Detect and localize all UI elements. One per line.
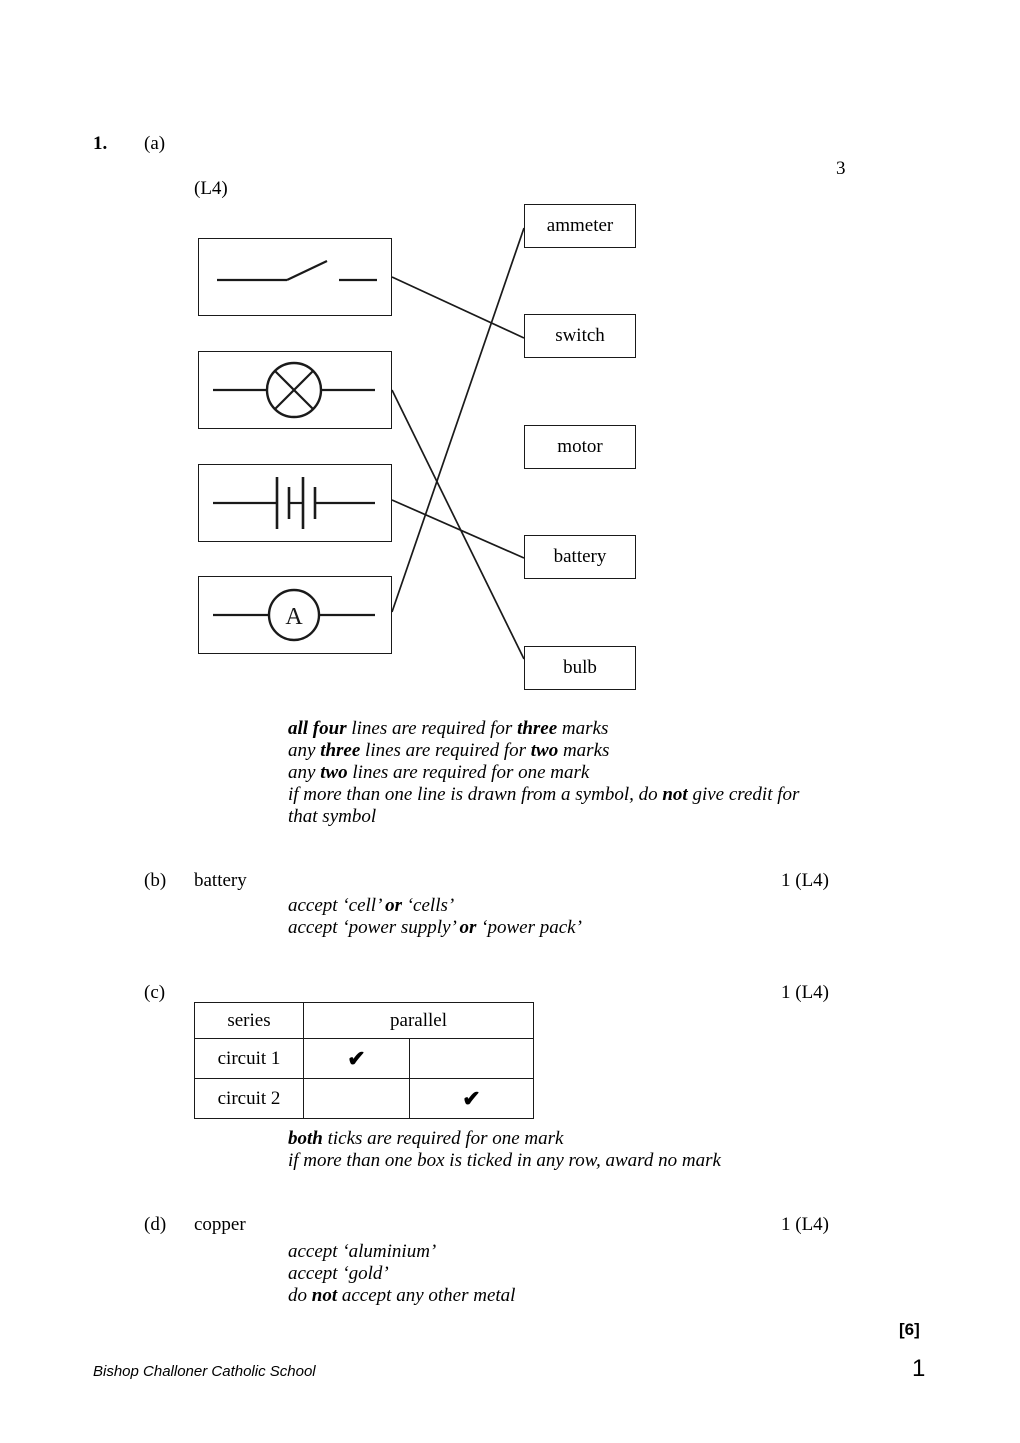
answer-sheet-page: 1. (a) 3 (L4) A ammeter switch motor bat… (0, 0, 1020, 1443)
cell-circuit1-series[interactable]: ✔ (303, 1038, 410, 1079)
connector-bulb (391, 389, 525, 660)
header-parallel: parallel (303, 1002, 534, 1039)
row-label-circuit-2: circuit 2 (194, 1078, 304, 1119)
label-text: motor (557, 436, 603, 457)
part-b-mark: 1 (L4) (781, 870, 830, 891)
table-row: circuit 1 ✔ (194, 1038, 534, 1079)
svg-text:A: A (285, 604, 303, 630)
part-d-notes: accept ‘aluminium’ accept ‘gold’ do not … (288, 1241, 516, 1306)
label-box-battery[interactable]: battery (524, 535, 636, 579)
footer-page-number: 1 (912, 1355, 926, 1382)
ammeter-icon: A (213, 588, 375, 642)
label-text: ammeter (546, 215, 614, 236)
header-series: series (194, 1002, 304, 1039)
footer-school-name: Bishop Challoner Catholic School (93, 1363, 316, 1380)
connector-lines (391, 227, 525, 660)
battery-symbol[interactable] (198, 464, 392, 542)
part-b-label: (b) (144, 870, 167, 891)
label-text: bulb (563, 657, 597, 678)
label-box-motor[interactable]: motor (524, 425, 636, 469)
part-d-label: (d) (144, 1214, 167, 1235)
label-box-ammeter[interactable]: ammeter (524, 204, 636, 248)
part-d-answer: copper (194, 1214, 246, 1235)
label-text: battery (553, 546, 607, 567)
switch-icon (217, 260, 377, 282)
matching-diagram: A ammeter switch motor battery bulb (0, 0, 1020, 710)
switch-symbol[interactable] (198, 238, 392, 316)
connector-battery (391, 499, 525, 559)
part-a-notes: all four lines are required for three ma… (288, 718, 800, 827)
ammeter-symbol[interactable]: A (198, 576, 392, 654)
label-box-switch[interactable]: switch (524, 314, 636, 358)
table: series parallel circuit 1 ✔ circuit 2 ✔ (194, 1002, 534, 1119)
total-marks-badge: [6] (899, 1320, 920, 1339)
label-text: switch (555, 325, 605, 346)
bulb-icon (213, 361, 375, 419)
row-label-circuit-1: circuit 1 (194, 1038, 304, 1079)
part-d-mark: 1 (L4) (781, 1214, 830, 1235)
series-parallel-table: series parallel circuit 1 ✔ circuit 2 ✔ (194, 1002, 534, 1119)
table-header-row: series parallel (194, 1002, 534, 1039)
cell-circuit2-parallel[interactable]: ✔ (409, 1078, 534, 1119)
label-box-bulb[interactable]: bulb (524, 646, 636, 690)
part-b-answer: battery (194, 870, 247, 891)
part-b-notes: accept ‘cell’ or ‘cells’ accept ‘power s… (288, 895, 582, 938)
bulb-symbol[interactable] (198, 351, 392, 429)
battery-icon (213, 477, 375, 529)
part-c-mark: 1 (L4) (781, 982, 830, 1003)
cell-circuit2-series[interactable] (303, 1078, 410, 1119)
part-c-label: (c) (144, 982, 166, 1003)
cell-circuit1-parallel[interactable] (409, 1038, 534, 1079)
part-c-notes: both ticks are required for one mark if … (288, 1128, 721, 1171)
table-row: circuit 2 ✔ (194, 1078, 534, 1119)
